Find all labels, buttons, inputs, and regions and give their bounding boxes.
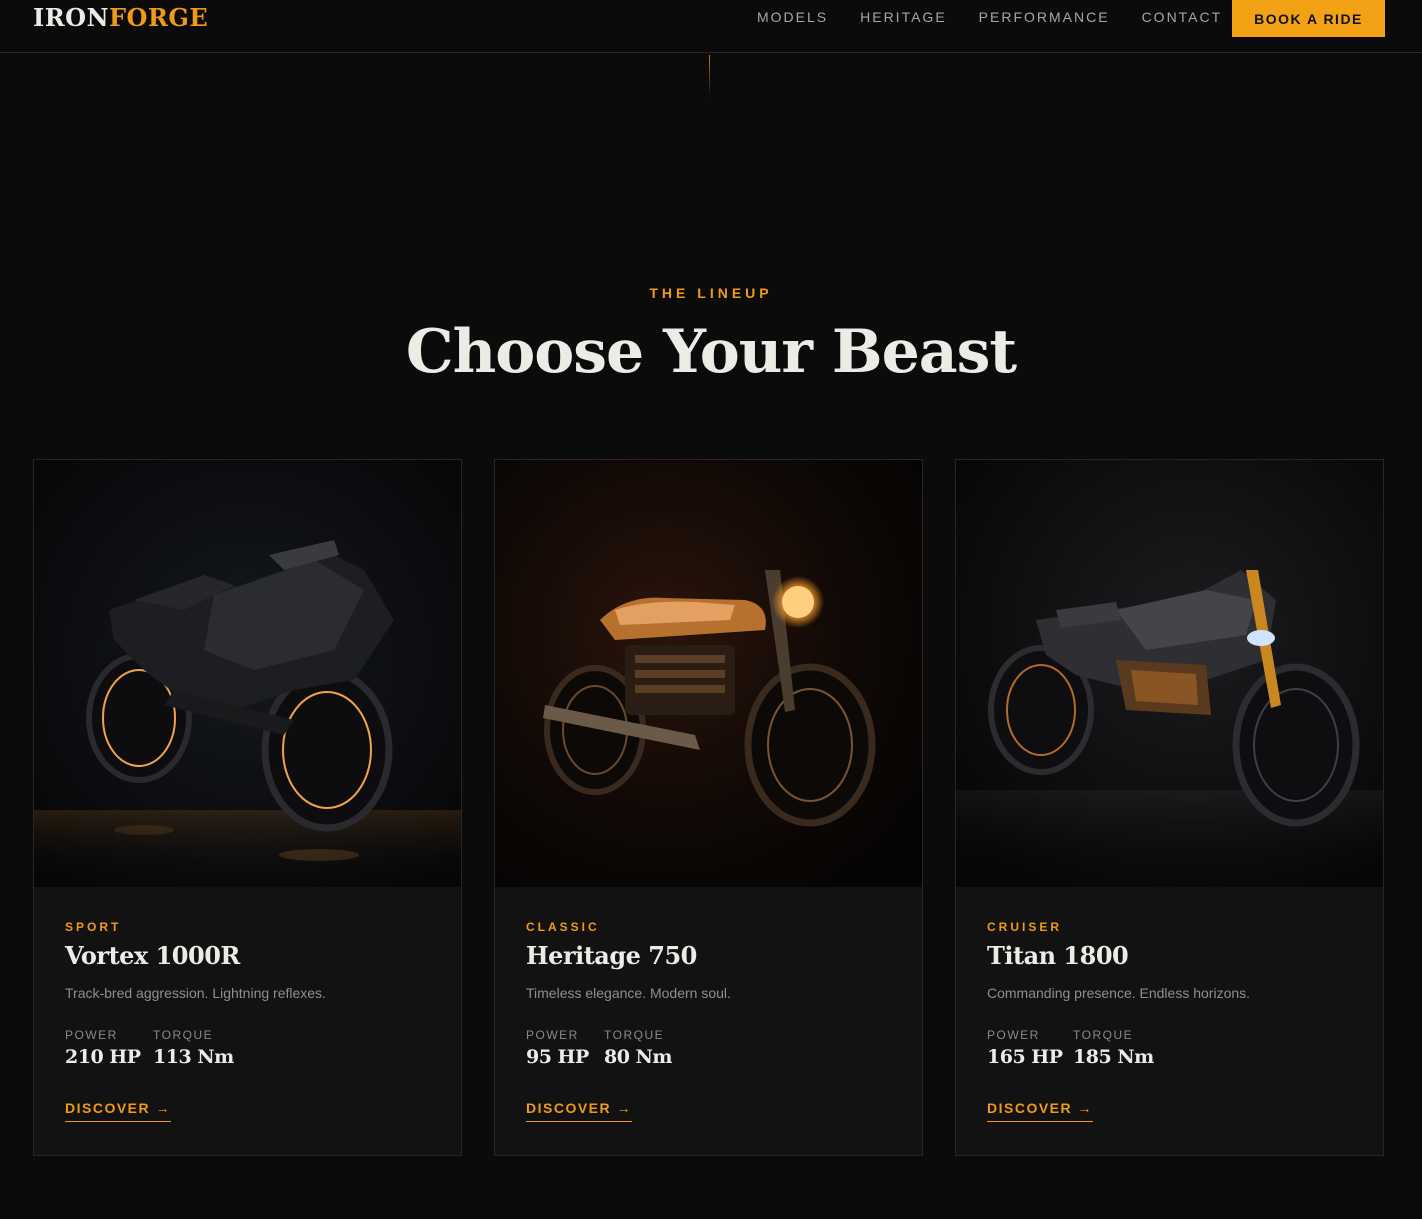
torque-value: 80 Nm	[604, 1046, 673, 1068]
motorcycle-cruiser-image	[956, 460, 1383, 887]
power-label: POWER	[987, 1028, 1040, 1042]
power-value: 165 HP	[987, 1046, 1063, 1068]
discover-link[interactable]: DISCOVER →	[987, 1100, 1094, 1122]
top-nav: IRONFORGE MODELS HERITAGE PERFORMANCE CO…	[0, 0, 1422, 53]
power-label: POWER	[526, 1028, 579, 1042]
card-tagline: Commanding presence. Endless horizons.	[987, 985, 1251, 1001]
nav-link-contact[interactable]: CONTACT	[1142, 8, 1223, 26]
power-value: 210 HP	[65, 1046, 141, 1068]
card-model-name: Vortex 1000R	[65, 941, 240, 970]
decorative-divider	[709, 55, 710, 97]
logo-iron: IRON	[33, 3, 110, 32]
power-spec: POWER 165 HP	[987, 1028, 1063, 1068]
power-spec: POWER 95 HP	[526, 1028, 589, 1068]
section-eyebrow: THE LINEUP	[649, 285, 773, 301]
motorcycle-sport-image	[34, 460, 461, 887]
motorcycle-classic-image	[495, 460, 922, 887]
card-category: CRUISER	[987, 920, 1063, 934]
torque-label: TORQUE	[153, 1028, 214, 1042]
power-value: 95 HP	[526, 1046, 589, 1068]
discover-link[interactable]: DISCOVER →	[526, 1100, 633, 1122]
card-category: SPORT	[65, 920, 122, 934]
nav-link-performance[interactable]: PERFORMANCE	[979, 8, 1110, 26]
nav-links: MODELS HERITAGE PERFORMANCE CONTACT	[757, 8, 1254, 26]
torque-value: 113 Nm	[153, 1046, 234, 1068]
card-model-name: Titan 1800	[987, 941, 1129, 970]
torque-label: TORQUE	[604, 1028, 665, 1042]
nav-link-models[interactable]: MODELS	[757, 8, 828, 26]
card-model-name: Heritage 750	[526, 941, 697, 970]
power-label: POWER	[65, 1028, 118, 1042]
model-card-cruiser: CRUISER Titan 1800 Commanding presence. …	[955, 459, 1384, 1156]
card-category: CLASSIC	[526, 920, 600, 934]
book-a-ride-button[interactable]: BOOK A RIDE	[1232, 0, 1385, 37]
discover-link[interactable]: DISCOVER →	[65, 1100, 172, 1122]
torque-label: TORQUE	[1073, 1028, 1134, 1042]
torque-spec: TORQUE 80 Nm	[604, 1028, 673, 1068]
model-card-classic: CLASSIC Heritage 750 Timeless elegance. …	[494, 459, 923, 1156]
model-card-sport: SPORT Vortex 1000R Track-bred aggression…	[33, 459, 462, 1156]
logo[interactable]: IRONFORGE	[33, 4, 208, 32]
torque-spec: TORQUE 185 Nm	[1073, 1028, 1154, 1068]
power-spec: POWER 210 HP	[65, 1028, 141, 1068]
section-title: Choose Your Beast	[405, 317, 1017, 387]
nav-link-heritage[interactable]: HERITAGE	[860, 8, 947, 26]
card-tagline: Timeless elegance. Modern soul.	[526, 985, 731, 1001]
torque-value: 185 Nm	[1073, 1046, 1154, 1068]
card-tagline: Track-bred aggression. Lightning reflexe…	[65, 985, 326, 1001]
logo-forge: FORGE	[109, 3, 209, 32]
torque-spec: TORQUE 113 Nm	[153, 1028, 234, 1068]
